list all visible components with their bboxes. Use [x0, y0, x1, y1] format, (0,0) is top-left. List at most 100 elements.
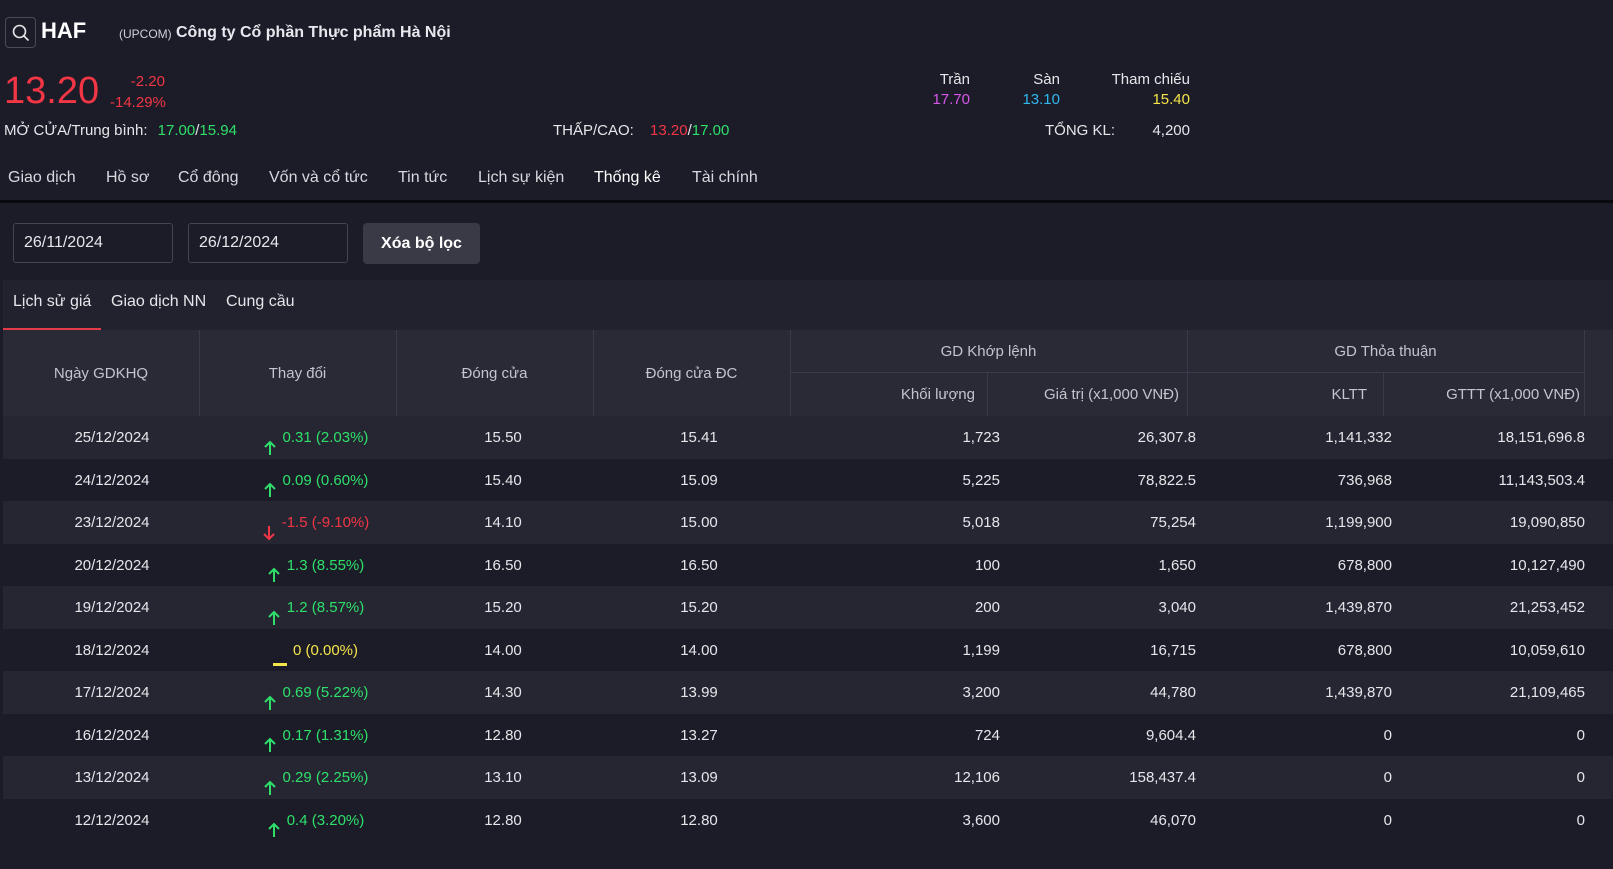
- cell-gttt: 10,059,610: [1509, 641, 1585, 659]
- cell-close-adjusted: 13.09: [680, 769, 718, 786]
- change-value: -1.5 (-9.10%): [281, 514, 370, 531]
- table-row[interactable]: 12/12/2024 0.4 (3.20%) 12.80 12.80 3,600 46,0…: [3, 799, 1613, 842]
- table-row[interactable]: 17/12/2024 0.69 (5.22%) 14.30 13.99 3,200 44,…: [3, 671, 1613, 714]
- cell-value: 158,437.4: [1129, 769, 1196, 786]
- cell-close: 12.80: [484, 811, 522, 829]
- cell-date: 19/12/2024: [74, 599, 150, 616]
- cell-kltt: 1,439,870: [1325, 599, 1392, 616]
- cell-close: 14.00: [484, 641, 522, 659]
- tab-ho-so[interactable]: Hồ sơ: [98, 160, 157, 202]
- low-high-label: THẤP/CAO:: [553, 122, 634, 139]
- table-row[interactable]: 19/12/2024 1.2 (8.57%) 15.20 15.20 200 3,040 1…: [3, 586, 1613, 629]
- cell-close: 14.10: [484, 514, 522, 531]
- price-change-percent: -14.29%: [110, 94, 166, 111]
- cell-close: 13.10: [484, 769, 522, 786]
- cell-value: 9,604.4: [1145, 726, 1196, 744]
- table-row[interactable]: 20/12/2024 1.3 (8.55%) 16.50 16.50 100 1,650 6…: [3, 544, 1613, 587]
- cell-gttt: 10,127,490: [1509, 556, 1585, 574]
- cell-close-adjusted: 15.20: [680, 599, 718, 616]
- total-volume-label: TỔNG KL:: [1045, 122, 1116, 139]
- price-change-value: -2.20: [130, 73, 165, 90]
- cell-gttt: 19,090,850: [1509, 514, 1585, 531]
- cell-kltt: 1,141,332: [1325, 429, 1392, 446]
- cell-date: 12/12/2024: [74, 811, 150, 829]
- tab-giao-dich[interactable]: Giao dịch: [0, 160, 84, 202]
- arrow-up-icon: [266, 600, 282, 625]
- table-row[interactable]: 25/12/2024 0.31 (2.03%) 15.50 15.41 1,723 26,…: [3, 416, 1613, 459]
- cell-close: 12.80: [484, 726, 522, 744]
- from-date-input[interactable]: [13, 223, 173, 263]
- cell-gttt: 0: [1576, 726, 1585, 744]
- cell-gttt: 0: [1576, 769, 1585, 786]
- cell-close-adjusted: 13.27: [680, 726, 718, 744]
- cell-gttt: 0: [1576, 811, 1585, 829]
- ceiling-price: 17.70: [932, 91, 970, 108]
- header-value[interactable]: Giá trị (x1,000 VNĐ): [987, 372, 1187, 416]
- table-row[interactable]: 18/12/2024 0 (0.00%) 14.00 14.00 1,199 16,715…: [3, 629, 1613, 672]
- column-divider: [1383, 372, 1384, 416]
- arrow-up-icon: [262, 472, 278, 497]
- column-divider: [593, 330, 594, 416]
- subtab-giao-dich-nn[interactable]: Giao dịch NN: [101, 280, 216, 330]
- table-row[interactable]: 24/12/2024 0.09 (0.60%) 15.40 15.09 5,225 78,…: [3, 459, 1613, 502]
- tab-von-va-co-tuc[interactable]: Vốn và cổ tức: [261, 160, 376, 202]
- group-divider: [790, 372, 1584, 373]
- clear-filter-button[interactable]: Xóa bộ lọc: [363, 223, 480, 264]
- cell-gttt: 21,253,452: [1509, 599, 1585, 616]
- search-button[interactable]: [5, 17, 36, 48]
- cell-date: 24/12/2024: [74, 471, 150, 489]
- change-value: 0.4 (3.20%): [286, 811, 365, 829]
- tab-thong-ke[interactable]: Thống kê: [580, 160, 675, 202]
- cell-close: 15.40: [484, 471, 522, 489]
- arrow-up-icon: [262, 727, 278, 752]
- cell-volume: 5,018: [962, 514, 1000, 531]
- cell-kltt: 1,439,870: [1325, 684, 1392, 701]
- low-price: 13.20: [650, 122, 688, 139]
- cell-value: 78,822.5: [1137, 471, 1196, 489]
- to-date-input[interactable]: [188, 223, 348, 263]
- cell-value: 46,070: [1150, 811, 1196, 829]
- cell-close: 16.50: [484, 556, 522, 574]
- cell-close-adjusted: 12.80: [680, 811, 718, 829]
- header-close-adjusted[interactable]: Đóng cửa ĐC: [593, 330, 790, 416]
- arrow-up-icon: [266, 812, 282, 837]
- column-divider: [987, 372, 988, 416]
- header-date[interactable]: Ngày GDKHQ: [3, 330, 199, 416]
- table-header: Ngày GDKHQ Thay đổi Đóng cửa Đóng cửa ĐC…: [3, 330, 1613, 416]
- header-volume[interactable]: Khối lượng: [790, 372, 987, 416]
- tab-lich-su-kien[interactable]: Lịch sự kiện: [470, 160, 572, 202]
- arrow-up-icon: [262, 430, 278, 455]
- tab-tai-chinh[interactable]: Tài chính: [684, 160, 766, 202]
- cell-close-adjusted: 13.99: [680, 684, 718, 701]
- header-deal-group: GD Thỏa thuận: [1334, 342, 1437, 360]
- ceiling-block: Trần 17.70: [900, 71, 970, 108]
- high-price: 17.00: [691, 122, 730, 139]
- cell-volume: 724: [974, 726, 1000, 744]
- cell-kltt: 1,199,900: [1325, 514, 1392, 531]
- total-volume: 4,200: [1152, 122, 1190, 139]
- cell-kltt: 0: [1383, 769, 1392, 786]
- header-close[interactable]: Đóng cửa: [396, 330, 593, 416]
- arrow-up-icon: [266, 557, 282, 582]
- table-row[interactable]: 16/12/2024 0.17 (1.31%) 12.80 13.27 724 9,604…: [3, 714, 1613, 757]
- cell-value: 1,650: [1158, 556, 1196, 574]
- column-divider: [1187, 330, 1188, 416]
- cell-gttt: 21,109,465: [1509, 684, 1585, 701]
- cell-date: 18/12/2024: [74, 641, 150, 659]
- subtab-cung-cau[interactable]: Cung cầu: [216, 280, 305, 330]
- header-gttt[interactable]: GTTT (x1,000 VNĐ): [1383, 372, 1584, 416]
- cell-gttt: 18,151,696.8: [1497, 429, 1585, 446]
- cell-volume: 100: [974, 556, 1000, 574]
- open-price: 17.00: [157, 122, 196, 139]
- tab-co-dong[interactable]: Cổ đông: [170, 160, 247, 202]
- cell-kltt: 678,800: [1337, 641, 1392, 659]
- tab-tin-tuc[interactable]: Tin tức: [390, 160, 455, 202]
- cell-date: 23/12/2024: [74, 514, 150, 531]
- header-kltt[interactable]: KLTT: [1187, 372, 1383, 416]
- header-change[interactable]: Thay đổi: [199, 330, 396, 416]
- subtab-lich-su-gia[interactable]: Lịch sử giá: [3, 280, 102, 330]
- column-divider: [790, 330, 791, 416]
- table-row[interactable]: 23/12/2024 -1.5 (-9.10%) 14.10 15.00 5,018 75…: [3, 501, 1613, 544]
- change-value: 0.29 (2.25%): [282, 769, 369, 786]
- table-row[interactable]: 13/12/2024 0.29 (2.25%) 13.10 13.09 12,106 15…: [3, 756, 1613, 799]
